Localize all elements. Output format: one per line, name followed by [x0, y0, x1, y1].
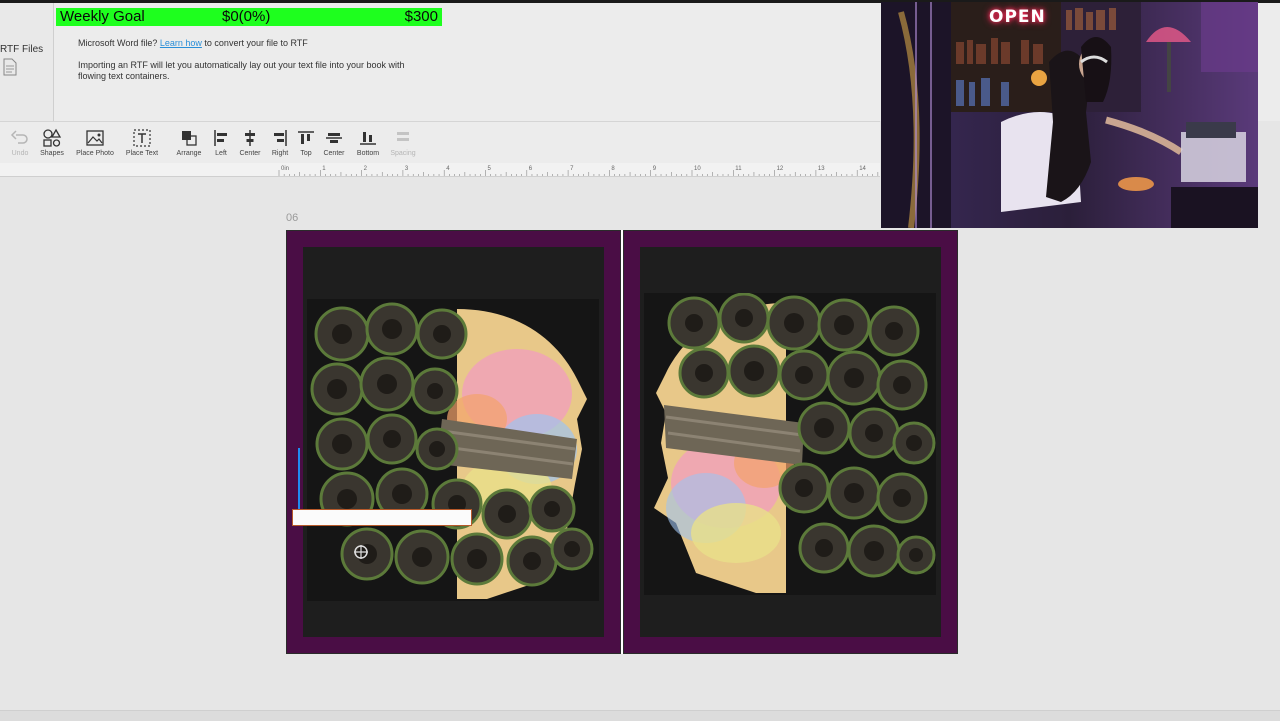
place-text-button[interactable]: Place Text — [123, 128, 161, 157]
goal-target: $300 — [404, 8, 438, 25]
move-cursor-icon — [354, 545, 368, 559]
align-bottom-label: Bottom — [356, 150, 380, 157]
selection-indicator — [298, 448, 300, 514]
spacing-button[interactable]: Spacing — [388, 128, 418, 157]
ruler-label: 4 — [446, 166, 450, 172]
right-page[interactable] — [623, 230, 958, 654]
align-center-v-button[interactable]: Center — [321, 128, 347, 157]
open-sign: OPEN — [989, 7, 1046, 27]
ruler-label: 10 — [694, 166, 701, 172]
left-photo-frame[interactable] — [303, 247, 604, 637]
right-artwork[interactable] — [644, 293, 936, 595]
align-right-icon — [274, 130, 287, 146]
align-left-label: Left — [215, 150, 227, 157]
place-photo-label: Place Photo — [76, 150, 114, 157]
ruler-label: 9 — [653, 166, 657, 172]
shapes-icon — [43, 128, 62, 147]
ruler-label: 12 — [777, 166, 784, 172]
align-center-h-button[interactable]: Center — [237, 128, 263, 157]
rtf-files-panel[interactable]: RTF Files — [0, 3, 54, 121]
word-file-hint: Microsoft Word file? Learn how to conver… — [78, 38, 308, 48]
align-center-v-label: Center — [323, 150, 345, 157]
ruler-label: 3 — [405, 166, 409, 172]
align-middle-icon — [326, 133, 342, 143]
goal-current: $0(0%) — [222, 8, 271, 25]
undo-button[interactable]: Undo — [8, 128, 32, 157]
align-top-label: Top — [300, 150, 312, 157]
page-number: 06 — [286, 212, 299, 224]
ruler-label: 11 — [735, 166, 742, 172]
ruler-label: 5 — [488, 166, 492, 172]
place-photo-button[interactable]: Place Photo — [74, 128, 116, 157]
left-artwork[interactable] — [307, 299, 599, 601]
undo-icon — [10, 130, 28, 144]
text-frame-being-placed[interactable] — [292, 509, 472, 526]
ruler-label: 14 — [859, 166, 866, 172]
spacing-label: Spacing — [390, 150, 416, 157]
goal-title: Weekly Goal — [60, 8, 145, 25]
undo-label: Undo — [11, 150, 29, 157]
align-left-button[interactable]: Left — [210, 128, 232, 157]
arrange-icon — [182, 131, 197, 146]
arrange-button[interactable]: Arrange — [174, 128, 204, 157]
ruler-label: 1 — [322, 166, 326, 172]
align-right-label: Right — [271, 150, 289, 157]
ruler-label: 8 — [611, 166, 615, 172]
learn-how-link[interactable]: Learn how — [160, 38, 202, 48]
ruler-label: 7 — [570, 166, 574, 172]
spacing-icon — [397, 132, 409, 141]
align-center-h-label: Center — [239, 150, 261, 157]
right-photo-frame[interactable] — [640, 247, 941, 637]
webcam-scene — [881, 2, 1258, 228]
align-center-icon — [245, 130, 255, 146]
left-page[interactable] — [286, 230, 621, 654]
align-left-icon — [214, 130, 227, 146]
page-spread — [286, 230, 958, 654]
ruler-label: 6 — [529, 166, 533, 172]
rtf-info-text: Importing an RTF will let you automatica… — [78, 60, 405, 81]
align-top-button[interactable]: Top — [296, 128, 316, 157]
status-strip — [0, 710, 1280, 721]
photo-icon — [86, 130, 104, 146]
rtf-files-label: RTF Files — [0, 44, 44, 55]
shapes-label: Shapes — [40, 150, 64, 157]
ruler-label: 2 — [364, 166, 368, 172]
word-prefix: Microsoft Word file? — [78, 38, 158, 48]
weekly-goal-bar: Weekly Goal $0(0%) $300 — [56, 8, 442, 26]
toolbar: Undo Shapes Place Photo Place Text Arran… — [0, 121, 880, 164]
place-text-label: Place Text — [125, 150, 159, 157]
word-suffix: to convert your file to RTF — [204, 38, 308, 48]
align-right-button[interactable]: Right — [269, 128, 291, 157]
ruler-ticks: 0in 1 2 3 4 5 6 7 8 9 10 11 12 13 14 — [278, 166, 879, 176]
ruler: 0in 1 2 3 4 5 6 7 8 9 10 11 12 13 14 — [0, 163, 880, 177]
ruler-label: 0in — [281, 166, 289, 172]
shapes-button[interactable]: Shapes — [38, 128, 66, 157]
document-icon[interactable] — [3, 58, 17, 76]
align-top-icon — [298, 131, 314, 144]
align-bottom-button[interactable]: Bottom — [354, 128, 382, 157]
arrange-label: Arrange — [176, 150, 202, 157]
text-icon — [133, 129, 151, 147]
webcam-overlay: OPEN — [881, 2, 1258, 228]
ruler-label: 13 — [818, 166, 825, 172]
align-bottom-icon — [360, 132, 376, 145]
